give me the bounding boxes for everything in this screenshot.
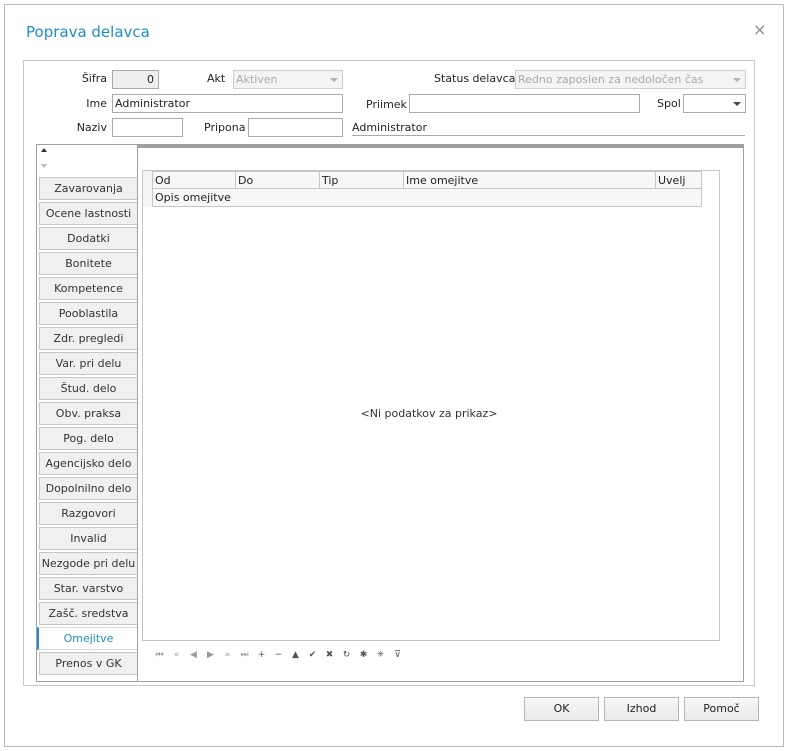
tab-bonitete[interactable]: Bonitete — [39, 252, 138, 275]
empty-grid-message: <Ni podatkov za prikaz> — [360, 407, 498, 420]
help-button[interactable]: Pomoč — [684, 697, 759, 721]
tab-zdr-pregledi[interactable]: Zdr. pregledi — [39, 327, 138, 350]
tab-obv-praksa[interactable]: Obv. praksa — [39, 402, 138, 425]
dialog-title: Poprava delavca — [26, 23, 150, 41]
add-icon[interactable]: + — [253, 649, 270, 661]
column-header-ime-omejitve[interactable]: Ime omejitve — [404, 171, 656, 189]
ime-label: Ime — [86, 97, 107, 110]
sifra-field[interactable]: 0 — [112, 70, 159, 89]
grid-header-row: Od Do Tip Ime omejitve Uvelj — [153, 171, 702, 189]
tab-stud-delo[interactable]: Štud. delo — [39, 377, 138, 400]
tab-zavarovanja[interactable]: Zavarovanja — [39, 177, 138, 200]
sifra-label: Šifra — [81, 72, 107, 85]
tab-dodatki[interactable]: Dodatki — [39, 227, 138, 250]
display-name-underline — [352, 135, 745, 136]
form-content: Šifra 0 Akt Aktiven Status delavca Redno… — [23, 60, 755, 686]
tab-razgovori[interactable]: Razgovori — [39, 502, 138, 525]
first-icon[interactable]: ⏮ — [151, 649, 168, 661]
tab-omejitve[interactable]: Omejitve — [37, 627, 138, 650]
column-header-do[interactable]: Do — [236, 171, 320, 189]
prev-icon[interactable]: ◀ — [185, 649, 202, 661]
tab-pog-delo[interactable]: Pog. delo — [39, 427, 138, 450]
edit-icon[interactable]: ▲ — [287, 649, 304, 661]
display-name: Administrator — [352, 121, 427, 134]
column-header-tip[interactable]: Tip — [320, 171, 404, 189]
tab-var-pri-delu[interactable]: Var. pri delu — [39, 352, 138, 375]
grid-navigator: ⏮ «◀ ▶» ⏭ + − ▲ ✔ ✖ ↻ ✱ ✳ ⊽ — [151, 649, 406, 661]
next-icon[interactable]: ▶ — [202, 649, 219, 661]
spol-label: Spol — [657, 97, 681, 110]
next-page-icon[interactable]: » — [219, 649, 236, 661]
tab-star-varstvo[interactable]: Star. varstvo — [39, 577, 138, 600]
cancel-icon[interactable]: ✖ — [321, 649, 338, 661]
chevron-down-icon — [733, 78, 741, 82]
clear-filter-icon[interactable]: ✳ — [372, 649, 389, 661]
column-header-uvelj[interactable]: Uvelj — [656, 171, 702, 189]
pripona-label: Pripona — [204, 121, 246, 134]
refresh-icon[interactable]: ↻ — [338, 649, 355, 661]
tab-dopolnilno-delo[interactable]: Dopolnilno delo — [39, 477, 138, 500]
tab-content-omejitve: Od Do Tip Ime omejitve Uvelj Opis omejit… — [137, 145, 744, 681]
filter-icon[interactable]: ⊽ — [389, 649, 406, 661]
priimek-label: Priimek — [366, 98, 407, 111]
tab-zasc-sredstva[interactable]: Zašč. sredstva — [39, 602, 138, 625]
akt-label: Akt — [207, 72, 226, 85]
pripona-field[interactable] — [248, 118, 343, 137]
status-label: Status delavca — [434, 72, 516, 85]
tab-ocene-lastnosti[interactable]: Ocene lastnosti — [39, 202, 138, 225]
ok-button[interactable]: OK — [524, 697, 599, 721]
tab-prenos-v-gk[interactable]: Prenos v GK — [39, 652, 138, 675]
tab-strip: Zavarovanja Ocene lastnosti Dodatki Bonitet… — [37, 145, 138, 683]
spol-select[interactable] — [683, 94, 746, 113]
exit-button[interactable]: Izhod — [604, 697, 679, 721]
delete-icon[interactable]: − — [270, 649, 287, 661]
akt-value: Aktiven — [236, 73, 278, 86]
ime-field[interactable]: Administrator — [112, 94, 343, 113]
priimek-field[interactable] — [409, 94, 640, 113]
tab-invalid[interactable]: Invalid — [39, 527, 138, 550]
restrictions-grid: Od Do Tip Ime omejitve Uvelj Opis omejit… — [142, 170, 720, 660]
column-header-od[interactable]: Od — [153, 171, 236, 189]
column-header-opis-omejitve[interactable]: Opis omejitve — [153, 189, 702, 207]
scroll-up-icon[interactable] — [41, 148, 47, 152]
close-icon[interactable]: × — [753, 22, 766, 38]
tab-agencijsko-delo[interactable]: Agencijsko delo — [39, 452, 138, 475]
apply-filter-icon[interactable]: ✱ — [355, 649, 372, 661]
grid-row-indicator — [143, 171, 153, 207]
last-icon[interactable]: ⏭ — [236, 649, 253, 661]
status-value: Redno zaposlen za nedoločen čas — [518, 73, 704, 86]
tab-kompetence[interactable]: Kompetence — [39, 277, 138, 300]
tab-panel: Zavarovanja Ocene lastnosti Dodatki Bonitet… — [36, 144, 744, 682]
post-icon[interactable]: ✔ — [304, 649, 321, 661]
chevron-down-icon — [733, 102, 741, 106]
scroll-down-icon[interactable] — [41, 164, 47, 168]
akt-select[interactable]: Aktiven — [233, 70, 343, 89]
status-select[interactable]: Redno zaposlen za nedoločen čas — [515, 70, 746, 89]
tab-nezgode-pri-delu[interactable]: Nezgode pri delu — [39, 552, 138, 575]
naziv-field[interactable] — [112, 118, 183, 137]
naziv-label: Naziv — [76, 121, 107, 134]
tab-pooblastila[interactable]: Pooblastila — [39, 302, 138, 325]
prev-page-icon[interactable]: « — [168, 649, 185, 661]
chevron-down-icon — [330, 78, 338, 82]
